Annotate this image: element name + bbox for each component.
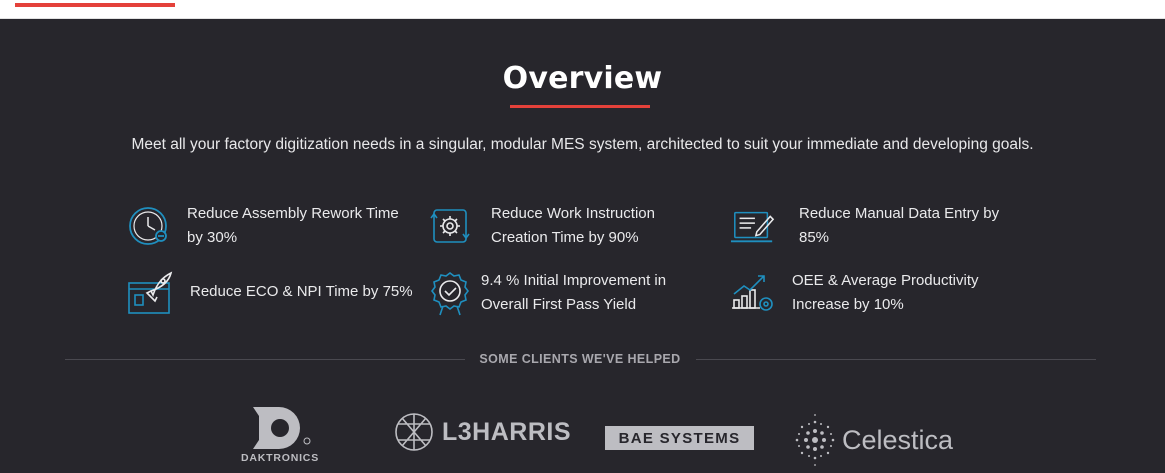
stat-line: Reduce Work Instruction [491, 205, 655, 222]
stat-line: Overall First Pass Yield [481, 296, 637, 313]
gear-cycle-icon [427, 203, 473, 249]
logo-text: BAE SYSTEMS [618, 429, 741, 447]
stat-item: OEE & Average Productivity Increase by 10… [730, 269, 978, 317]
logo-text: DAKTRONICS [241, 452, 319, 464]
client-logo-celestica: Celestica [792, 412, 953, 468]
client-logo-daktronics: DAKTRONICS [232, 407, 328, 469]
stat-line: Reduce ECO & NPI Time by 75% [190, 283, 413, 300]
client-logo-bae-systems: BAE SYSTEMS [605, 426, 754, 450]
top-nav-bar [0, 0, 1165, 19]
badge-check-icon [427, 270, 473, 316]
stat-line: Increase by 10% [792, 296, 904, 313]
stat-line: 85% [799, 229, 830, 246]
rocket-icon [127, 269, 173, 315]
daktronics-mark-icon [253, 407, 311, 449]
clients-label: SOME CLIENTS WE'VE HELPED [479, 352, 681, 366]
document-edit-icon [730, 203, 776, 249]
stat-line: Reduce Assembly Rework Time [187, 205, 399, 222]
chart-gear-icon [730, 270, 776, 316]
stat-line: Creation Time by 90% [491, 229, 639, 246]
celestica-starburst-icon [795, 414, 835, 466]
overview-section: Overview Meet all your factory digitizat… [0, 19, 1165, 473]
title-underline [510, 105, 650, 108]
stat-item: Reduce Work Instruction Creation Time by … [427, 202, 655, 250]
stat-item: 9.4 % Initial Improvement in Overall Firs… [427, 269, 666, 317]
active-tab-indicator [15, 3, 175, 7]
divider-right [696, 359, 1096, 360]
page-title: Overview [502, 61, 663, 96]
clock-icon [127, 203, 173, 249]
divider-left [65, 359, 465, 360]
stat-item: Reduce ECO & NPI Time by 75% [127, 269, 413, 315]
stat-line: by 30% [187, 229, 238, 246]
overview-subtitle: Meet all your factory digitization needs… [131, 136, 1034, 153]
stat-line: Reduce Manual Data Entry by [799, 205, 1000, 222]
stat-line: 9.4 % Initial Improvement in [481, 272, 667, 289]
stat-item: Reduce Assembly Rework Time by 30% [127, 202, 399, 250]
logo-text: Celestica [842, 424, 954, 455]
stat-line: OEE & Average Productivity [792, 272, 979, 289]
l3harris-globe-icon [395, 413, 433, 451]
logo-text: L3HARRIS [442, 417, 572, 446]
stat-item: Reduce Manual Data Entry by 85% [730, 202, 999, 250]
client-logo-l3harris: L3HARRIS [394, 412, 571, 452]
